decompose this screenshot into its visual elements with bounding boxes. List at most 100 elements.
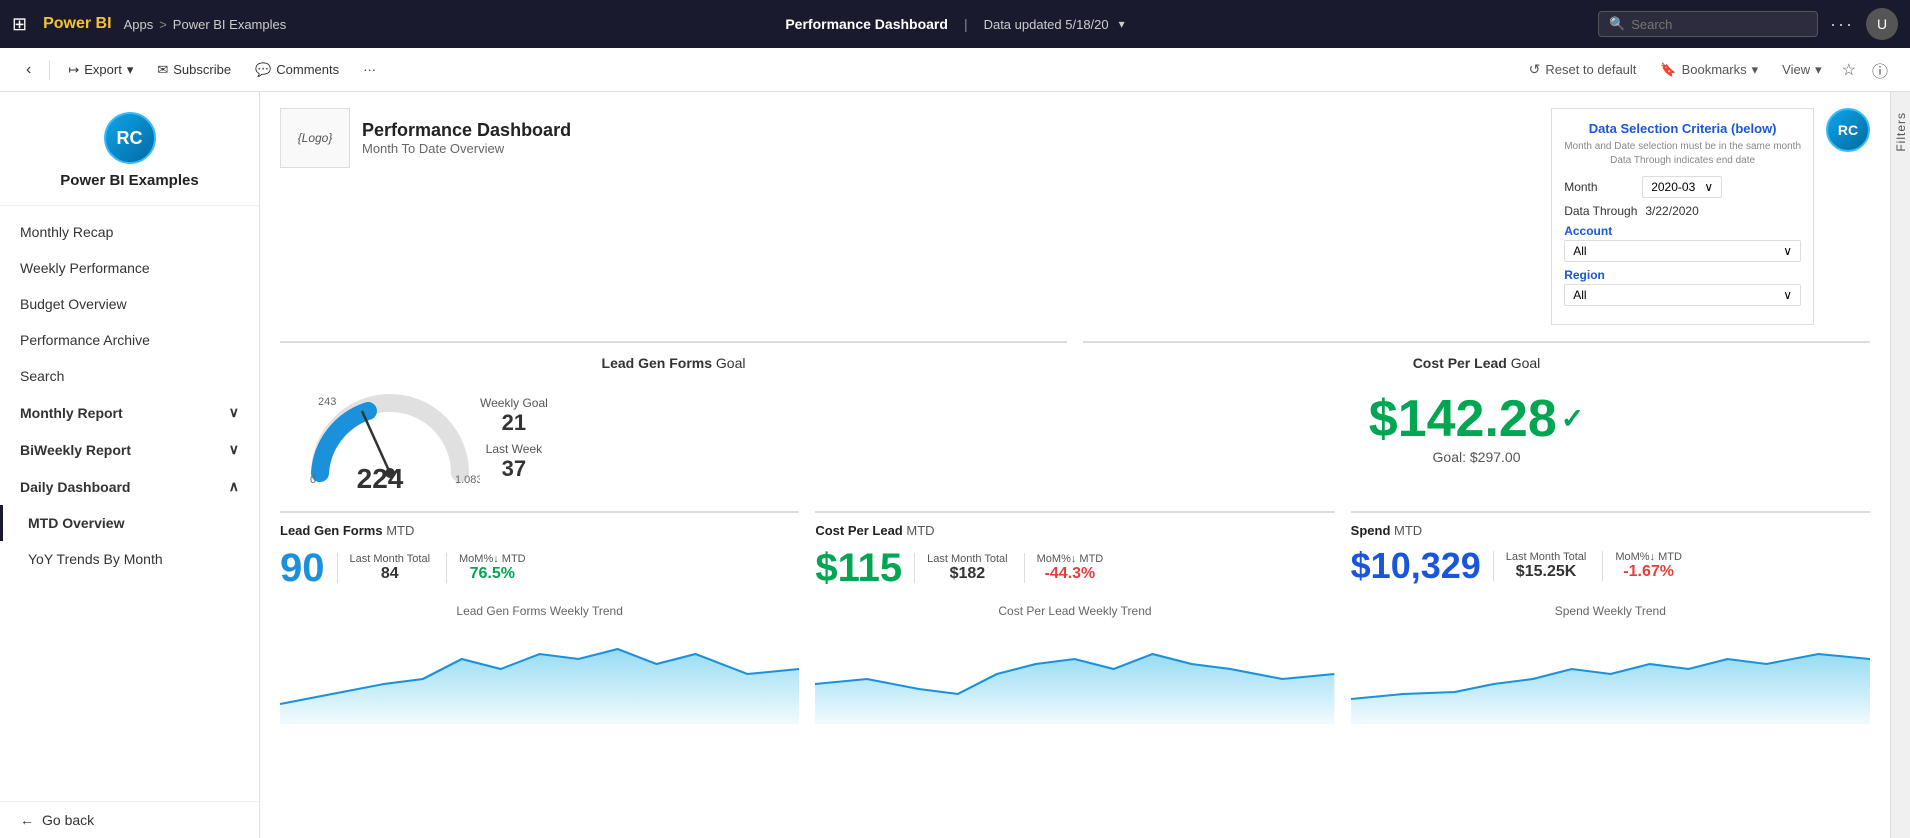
region-filter-label: Region [1564, 268, 1801, 282]
nav-data-updated: Data updated 5/18/20 [984, 17, 1109, 32]
cost-per-lead-goal-title: Cost Per Lead Goal [1083, 355, 1870, 371]
lead-gen-last-month-label: Last Month Total [350, 553, 431, 565]
bookmarks-button[interactable]: 🔖 Bookmarks ▾ [1650, 56, 1768, 84]
cost-per-lead-mtd-title: Cost Per Lead MTD [815, 523, 1334, 538]
more-options-icon[interactable]: ··· [1830, 14, 1854, 35]
sidebar: RC Power BI Examples Monthly Recap Weekl… [0, 92, 260, 838]
sidebar-item-performance-archive[interactable]: Performance Archive [0, 322, 259, 358]
cpl-checkmark-icon: ✓ [1561, 405, 1584, 433]
lead-gen-last-month-val: 84 [350, 565, 431, 583]
toolbar-sep-1 [49, 60, 50, 80]
svg-text:1,083: 1,083 [455, 474, 480, 483]
bookmark-icon: 🔖 [1660, 62, 1676, 78]
account-dropdown[interactable]: All ∨ [1564, 240, 1801, 262]
cost-per-lead-mtd-section: Cost Per Lead MTD $115 Last Month Total … [815, 511, 1334, 588]
breadcrumb-current[interactable]: Power BI Examples [173, 17, 286, 32]
month-value: 2020-03 [1651, 180, 1695, 194]
nav-title: Performance Dashboard [785, 16, 948, 32]
spend-mom-label: MoM%↓ MTD [1615, 551, 1682, 563]
spend-mtd-section: Spend MTD $10,329 Last Month Total $15.2… [1351, 511, 1870, 588]
cost-per-lead-mtd-values: $115 Last Month Total $182 MoM%↓ MTD -44… [815, 548, 1334, 588]
dashboard-subtitle: Month To Date Overview [362, 141, 571, 156]
cpl-mom-col: MoM%↓ MTD -44.3% [1024, 553, 1104, 583]
sidebar-item-weekly-performance[interactable]: Weekly Performance [0, 250, 259, 286]
breadcrumb-apps[interactable]: Apps [124, 17, 154, 32]
dashboard-title-section: {Logo} Performance Dashboard Month To Da… [280, 108, 571, 168]
cost-per-lead-mtd-side: Last Month Total $182 MoM%↓ MTD -44.3% [914, 553, 1103, 583]
through-label: Data Through [1564, 204, 1637, 218]
breadcrumb: Apps > Power BI Examples [124, 17, 287, 32]
sidebar-item-monthly-recap[interactable]: Monthly Recap [0, 214, 259, 250]
sidebar-item-budget-overview[interactable]: Budget Overview [0, 286, 259, 322]
mtd-grid: Lead Gen Forms MTD 90 Last Month Total 8… [280, 511, 1870, 588]
reset-button[interactable]: ↺ Reset to default [1519, 55, 1647, 84]
lead-gen-mom-label: MoM%↓ MTD [459, 553, 526, 565]
more-toolbar-button[interactable]: ··· [353, 56, 386, 83]
region-dropdown[interactable]: All ∨ [1564, 284, 1801, 306]
spend-trend-chart [1351, 624, 1870, 724]
sidebar-go-back[interactable]: ← Go back [0, 801, 259, 838]
content-area: {Logo} Performance Dashboard Month To Da… [260, 92, 1890, 838]
spend-mtd-values: $10,329 Last Month Total $15.25K MoM%↓ M… [1351, 548, 1870, 584]
last-week-label: Last Week [480, 442, 548, 456]
sidebar-item-search[interactable]: Search [0, 358, 259, 394]
through-value: 3/22/2020 [1645, 204, 1801, 218]
waffle-icon[interactable]: ⊞ [12, 14, 27, 35]
view-button[interactable]: View ▾ [1772, 56, 1831, 84]
collapse-button[interactable]: ‹ [16, 55, 41, 85]
toolbar-left: ‹ ↦ Export ▾ ✉ Subscribe 💬 Comments ··· [16, 55, 1519, 85]
brand-logo: Power BI [43, 15, 111, 33]
nav-chevron-icon[interactable]: ▾ [1119, 17, 1125, 31]
sidebar-header: RC Power BI Examples [0, 92, 259, 206]
spend-last-month-col: Last Month Total $15.25K [1493, 551, 1587, 581]
filters-panel[interactable]: Filters [1890, 92, 1910, 838]
data-selection-panel: Data Selection Criteria (below) Month an… [1551, 108, 1814, 325]
svg-text:243: 243 [318, 396, 336, 408]
sidebar-item-daily-dashboard[interactable]: Daily Dashboard ∧ [0, 468, 259, 505]
svg-text:0: 0 [310, 474, 316, 483]
gauge-chart: 0 1,083 243 [300, 383, 460, 473]
weekly-goal-box: Weekly Goal 21 Last Week 37 [480, 396, 548, 482]
cost-per-lead-trend-chart [815, 624, 1334, 724]
nav-right: 🔍 ··· U [1598, 8, 1898, 40]
data-row-account: All ∨ [1564, 240, 1801, 262]
export-button[interactable]: ↦ Export ▾ [58, 56, 143, 84]
info-icon[interactable]: ⓘ [1866, 52, 1894, 88]
sidebar-item-biweekly-report[interactable]: BiWeekly Report ∨ [0, 431, 259, 468]
logo-placeholder: {Logo} [280, 108, 350, 168]
favorite-icon[interactable]: ☆ [1836, 54, 1862, 86]
search-input[interactable] [1631, 17, 1791, 32]
cost-per-lead-trend-title: Cost Per Lead Weekly Trend [815, 604, 1334, 618]
cost-per-lead-trend-section: Cost Per Lead Weekly Trend [815, 604, 1334, 724]
sidebar-subitem-mtd-overview[interactable]: MTD Overview [0, 505, 259, 541]
breadcrumb-sep: > [159, 17, 167, 32]
biweekly-report-chevron-icon: ∨ [229, 441, 239, 458]
data-row-month: Month 2020-03 ∨ [1564, 176, 1801, 198]
account-value: All [1573, 244, 1586, 258]
lead-gen-mtd-values: 90 Last Month Total 84 MoM%↓ MTD 76.5% [280, 548, 799, 588]
spend-trend-title: Spend Weekly Trend [1351, 604, 1870, 618]
sidebar-item-monthly-report[interactable]: Monthly Report ∨ [0, 394, 259, 431]
subscribe-icon: ✉ [157, 62, 168, 78]
monthly-report-chevron-icon: ∨ [229, 404, 239, 421]
avatar[interactable]: U [1866, 8, 1898, 40]
lead-gen-trend-chart [280, 624, 799, 724]
go-back-arrow-icon: ← [20, 812, 34, 828]
cpl-mom-val: -44.3% [1037, 565, 1104, 583]
kpi-grid-top: Lead Gen Forms Goal [280, 341, 1870, 495]
comments-button[interactable]: 💬 Comments [245, 56, 349, 84]
sidebar-subitem-yoy-trends[interactable]: YoY Trends By Month [0, 541, 259, 577]
spend-mom-col: MoM%↓ MTD -1.67% [1602, 551, 1682, 581]
month-dropdown[interactable]: 2020-03 ∨ [1642, 176, 1722, 198]
region-chevron-icon: ∨ [1783, 288, 1792, 302]
account-chevron-icon: ∨ [1783, 244, 1792, 258]
subscribe-button[interactable]: ✉ Subscribe [147, 56, 241, 84]
spend-trend-section: Spend Weekly Trend [1351, 604, 1870, 724]
search-box[interactable]: 🔍 [1598, 11, 1818, 37]
gauge-container: 0 1,083 243 224 Weekly Goal 21 Last Week [280, 383, 1067, 495]
weekly-goal-val: 21 [480, 410, 548, 436]
lead-gen-mtd-big: 90 [280, 548, 325, 588]
toolbar-right: ↺ Reset to default 🔖 Bookmarks ▾ View ▾ … [1519, 52, 1894, 88]
data-selection-title: Data Selection Criteria (below) [1564, 121, 1801, 136]
weekly-goal-label: Weekly Goal [480, 396, 548, 410]
